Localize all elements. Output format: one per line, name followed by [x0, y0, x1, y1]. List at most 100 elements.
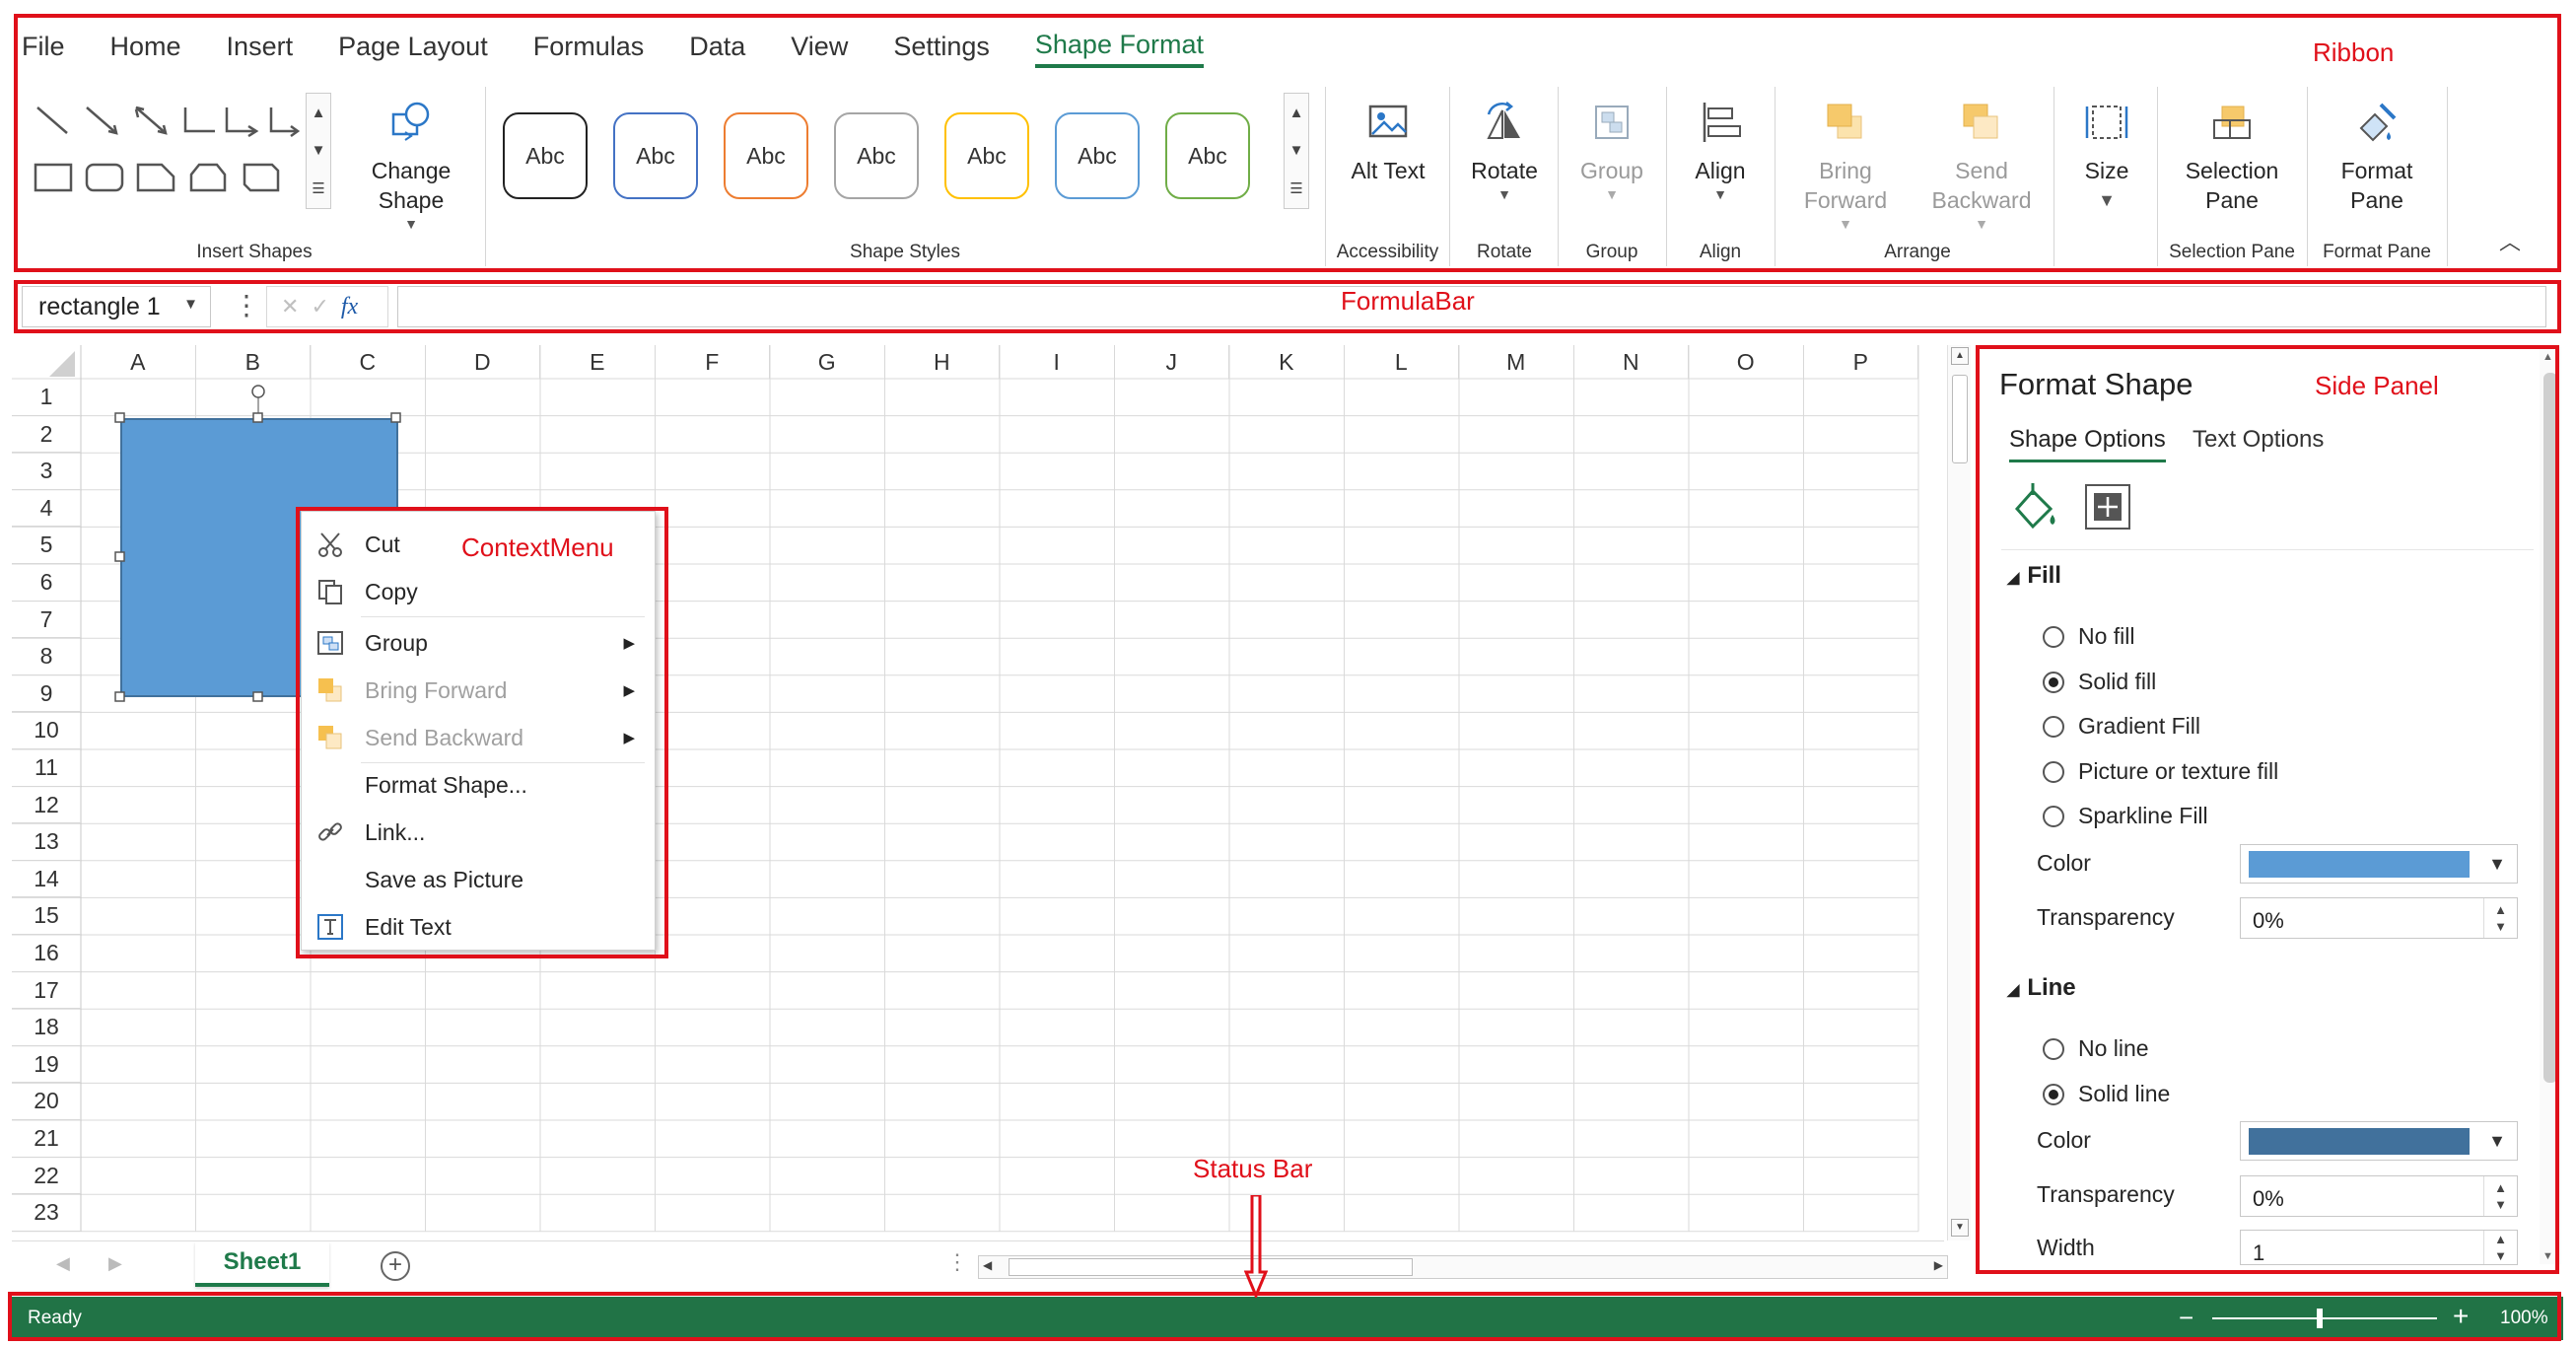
selection-pane-button[interactable]: Selection Pane	[2165, 99, 2299, 215]
fill-option-no-fill-radio[interactable]	[2043, 626, 2064, 648]
zoom-slider-thumb[interactable]	[2317, 1309, 2323, 1328]
row-header-1[interactable]: 1	[12, 379, 81, 416]
row-header-23[interactable]: 23	[12, 1194, 81, 1232]
tab-shape-options[interactable]: Shape Options	[2009, 426, 2166, 462]
shape-style-7[interactable]: Abc	[1165, 112, 1250, 199]
row-header-6[interactable]: 6	[12, 564, 81, 602]
fill-option-picture-or-texture-fill-radio[interactable]	[2043, 761, 2064, 783]
row-header-10[interactable]: 10	[12, 712, 81, 749]
line-transparency-input[interactable]: 0% ▲ ▼	[2240, 1175, 2518, 1217]
row-header-8[interactable]: 8	[12, 638, 81, 675]
insert-shapes-scroll[interactable]: ▲ ▼ ☰	[306, 93, 331, 209]
scroll-thumb[interactable]	[1952, 375, 1968, 463]
spinner-icon[interactable]: ▲ ▼	[2483, 898, 2517, 938]
tab-home[interactable]: Home	[110, 28, 181, 66]
menu-item-edit-text[interactable]: Edit Text	[302, 904, 655, 950]
row-header-2[interactable]: 2	[12, 416, 81, 454]
fill-option-solid-fill-radio[interactable]	[2043, 672, 2064, 693]
horizontal-scrollbar[interactable]: ◀ ▶	[978, 1255, 1948, 1279]
fill-option-label[interactable]: Solid fill	[2078, 669, 2156, 695]
line-option-label[interactable]: No line	[2078, 1035, 2149, 1062]
row-header-3[interactable]: 3	[12, 453, 81, 490]
column-header-J[interactable]: J	[1115, 345, 1229, 379]
fill-option-label[interactable]: Gradient Fill	[2078, 713, 2200, 740]
tab-text-options[interactable]: Text Options	[2193, 426, 2324, 454]
line-section-header[interactable]: ◢ Line	[2007, 974, 2076, 1002]
menu-item-copy[interactable]: Copy	[302, 569, 655, 614]
row-header-14[interactable]: 14	[12, 861, 81, 898]
row-header-20[interactable]: 20	[12, 1083, 81, 1120]
row-header-12[interactable]: 12	[12, 787, 81, 824]
chevron-down-icon[interactable]: ▼	[183, 296, 198, 313]
scroll-up-icon[interactable]: ▲	[1951, 347, 1969, 365]
shape-icons[interactable]	[30, 94, 306, 202]
align-button[interactable]: Align ▼	[1674, 99, 1767, 203]
column-header-A[interactable]: A	[81, 345, 196, 379]
scroll-right-icon[interactable]: ▶	[1934, 1258, 1943, 1272]
select-all-corner[interactable]	[49, 351, 75, 377]
row-header-19[interactable]: 19	[12, 1046, 81, 1084]
alt-text-button[interactable]: Alt Text	[1339, 99, 1437, 185]
menu-item-send-backward[interactable]: Send Backward ▶	[302, 715, 655, 760]
shape-styles-scroll[interactable]: ▲ ▼ ☰	[1284, 93, 1309, 209]
panel-scrollbar[interactable]: ▲ ▼	[2540, 347, 2561, 1264]
row-header-15[interactable]: 15	[12, 897, 81, 935]
line-option-label[interactable]: Solid line	[2078, 1081, 2170, 1107]
tab-view[interactable]: View	[791, 28, 848, 66]
scroll-left-icon[interactable]: ◀	[983, 1258, 992, 1272]
menu-item-format-shape[interactable]: Format Shape...	[302, 762, 655, 808]
fill-option-label[interactable]: Sparkline Fill	[2078, 803, 2208, 829]
group-button[interactable]: Group ▼	[1566, 99, 1658, 203]
row-header-13[interactable]: 13	[12, 823, 81, 861]
splitter-icon[interactable]: ⋮	[946, 1249, 968, 1275]
size-button[interactable]: Size ▼	[2062, 99, 2151, 209]
add-sheet-icon[interactable]: +	[381, 1251, 410, 1281]
shape-style-5[interactable]: Abc	[944, 112, 1029, 199]
column-header-B[interactable]: B	[196, 345, 311, 379]
row-header-17[interactable]: 17	[12, 972, 81, 1010]
vertical-scrollbar[interactable]: ▲ ▼	[1947, 345, 1971, 1240]
tab-file[interactable]: File	[22, 28, 65, 66]
tab-shape-format[interactable]: Shape Format	[1034, 26, 1204, 68]
column-header-L[interactable]: L	[1345, 345, 1459, 379]
fill-color-picker[interactable]: ▼	[2240, 844, 2518, 884]
spinner-icon[interactable]: ▲ ▼	[2483, 1231, 2517, 1264]
row-header-11[interactable]: 11	[12, 749, 81, 787]
panel-scroll-thumb[interactable]	[2543, 373, 2557, 1083]
bring-forward-button[interactable]: Bring Forward ▼	[1786, 99, 1905, 233]
column-header-O[interactable]: O	[1689, 345, 1804, 379]
fill-transparency-input[interactable]: 0% ▲ ▼	[2240, 897, 2518, 939]
tab-page-layout[interactable]: Page Layout	[338, 28, 488, 66]
menu-item-bring-forward[interactable]: Bring Forward ▶	[302, 668, 655, 713]
line-color-picker[interactable]: ▼	[2240, 1121, 2518, 1161]
column-header-G[interactable]: G	[770, 345, 885, 379]
column-header-C[interactable]: C	[311, 345, 426, 379]
line-option-solid-line-radio[interactable]	[2043, 1084, 2064, 1105]
zoom-slider[interactable]	[2212, 1309, 2437, 1328]
size-properties-icon[interactable]	[2080, 479, 2135, 534]
cancel-icon[interactable]: ✕	[281, 294, 299, 319]
prev-sheet-icon[interactable]: ◀	[56, 1253, 70, 1274]
fill-option-sparkline-fill-radio[interactable]	[2043, 806, 2064, 827]
row-header-4[interactable]: 4	[12, 490, 81, 528]
column-header-P[interactable]: P	[1804, 345, 1918, 379]
sheet-tab-sheet1[interactable]: Sheet1	[195, 1241, 329, 1287]
line-option-no-line-radio[interactable]	[2043, 1038, 2064, 1060]
column-header-N[interactable]: N	[1574, 345, 1689, 379]
collapse-ribbon-icon[interactable]: ︿	[2499, 225, 2521, 256]
fill-section-header[interactable]: ◢ Fill	[2007, 562, 2061, 590]
fill-line-icon[interactable]	[2007, 479, 2062, 534]
rotate-button[interactable]: Rotate ▼	[1457, 99, 1552, 203]
column-header-D[interactable]: D	[426, 345, 540, 379]
more-options-icon[interactable]: ⋮	[233, 288, 260, 323]
fill-option-label[interactable]: No fill	[2078, 623, 2135, 650]
shape-style-4[interactable]: Abc	[834, 112, 919, 199]
tab-settings[interactable]: Settings	[893, 28, 990, 66]
shape-style-2[interactable]: Abc	[613, 112, 698, 199]
line-width-input[interactable]: 1 ▲ ▼	[2240, 1230, 2518, 1265]
column-header-I[interactable]: I	[1000, 345, 1115, 379]
chevron-down-icon[interactable]: ▼	[2477, 1122, 2517, 1160]
scroll-down-icon[interactable]: ▼	[1951, 1219, 1969, 1237]
enter-icon[interactable]: ✓	[311, 294, 328, 319]
next-sheet-icon[interactable]: ▶	[108, 1253, 122, 1274]
